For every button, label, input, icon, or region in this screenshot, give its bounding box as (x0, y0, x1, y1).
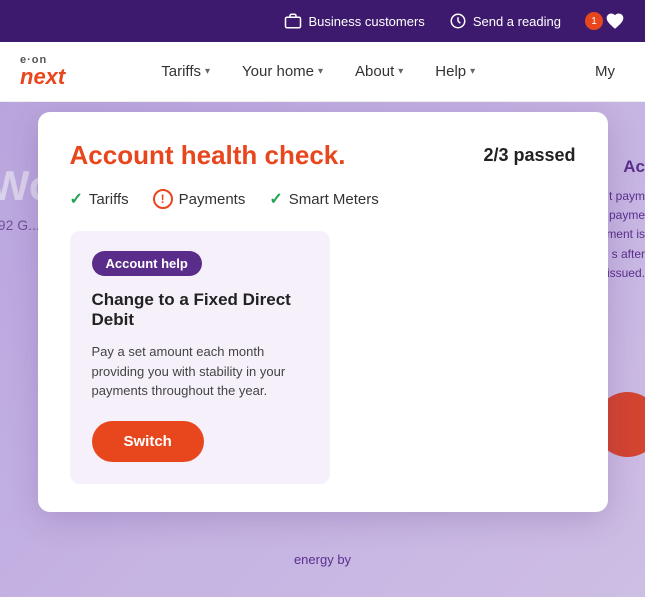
chevron-down-icon: ▾ (398, 66, 403, 77)
warning-icon: ! (153, 189, 173, 209)
check-payments-label: Payments (179, 191, 246, 208)
modal-checks: ✓ Tariffs ! Payments ✓ Smart Meters (70, 189, 576, 209)
card-description: Pay a set amount each month providing yo… (92, 342, 308, 401)
send-reading-link[interactable]: Send a reading (449, 12, 561, 30)
nav-item-my[interactable]: My (585, 42, 625, 102)
meter-icon (449, 12, 467, 30)
nav-item-about[interactable]: About ▾ (339, 42, 419, 102)
nav-help-label: Help (435, 63, 466, 80)
modal-overlay: Account health check. 2/3 passed ✓ Tarif… (0, 102, 645, 597)
nav-bar: e·on next Tariffs ▾ Your home ▾ About ▾ … (0, 42, 645, 102)
notification-count: 1 (591, 16, 597, 27)
nav-your-home-label: Your home (242, 63, 314, 80)
main-background: Wo 192 G... Ac t paym payme ment is s af… (0, 102, 645, 597)
briefcase-icon (284, 12, 302, 30)
business-customers-label: Business customers (308, 14, 424, 29)
modal-score: 2/3 passed (483, 145, 575, 166)
nav-my-label: My (595, 63, 615, 80)
check-smart-meters: ✓ Smart Meters (269, 189, 378, 209)
nav-item-tariffs[interactable]: Tariffs ▾ (145, 42, 226, 102)
heart-icon (605, 11, 625, 31)
modal-title: Account health check. (70, 140, 346, 171)
nav-item-your-home[interactable]: Your home ▾ (226, 42, 339, 102)
account-help-card: Account help Change to a Fixed Direct De… (70, 231, 330, 484)
switch-button[interactable]: Switch (92, 421, 204, 462)
chevron-down-icon: ▾ (205, 66, 210, 77)
check-smart-meters-label: Smart Meters (289, 191, 379, 208)
chevron-down-icon: ▾ (470, 66, 475, 77)
top-bar: Business customers Send a reading 1 (0, 0, 645, 42)
checkmark-icon: ✓ (269, 189, 282, 209)
business-customers-link[interactable]: Business customers (284, 12, 424, 30)
nav-item-help[interactable]: Help ▾ (419, 42, 491, 102)
nav-tariffs-label: Tariffs (161, 63, 201, 80)
health-check-modal: Account health check. 2/3 passed ✓ Tarif… (38, 112, 608, 512)
main-nav: Tariffs ▾ Your home ▾ About ▾ Help ▾ My (145, 42, 625, 102)
chevron-down-icon: ▾ (318, 66, 323, 77)
check-tariffs: ✓ Tariffs (70, 189, 129, 209)
logo-next: next (20, 66, 65, 88)
card-title: Change to a Fixed Direct Debit (92, 290, 308, 330)
notifications-wrap[interactable]: 1 (585, 11, 625, 31)
checkmark-icon: ✓ (70, 189, 83, 209)
logo[interactable]: e·on next (20, 55, 65, 88)
modal-header: Account health check. 2/3 passed (70, 140, 576, 171)
check-payments: ! Payments (153, 189, 246, 209)
card-tag: Account help (92, 251, 202, 276)
check-tariffs-label: Tariffs (89, 191, 129, 208)
send-reading-label: Send a reading (473, 14, 561, 29)
notification-badge[interactable]: 1 (585, 12, 603, 30)
nav-about-label: About (355, 63, 394, 80)
